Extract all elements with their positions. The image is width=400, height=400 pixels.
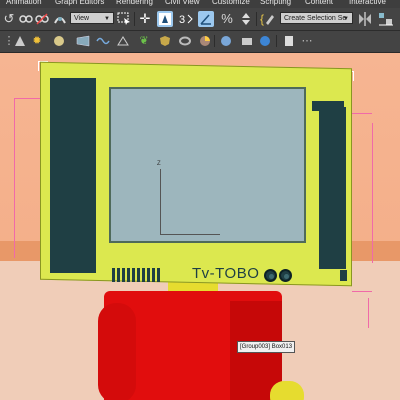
tv-vent [117,268,120,282]
object-tooltip: [Group003] Box013 [237,341,296,353]
tv-screen [109,87,306,243]
toolbar-separator [214,35,215,47]
grid-icon[interactable] [76,34,90,48]
tv-object[interactable]: Tv-TOBO [40,61,352,287]
gizmo-z-label: Z [157,161,161,167]
bounding-box-line [14,98,15,258]
menu-interactive[interactable]: Interactive [349,0,386,8]
material-icon[interactable] [219,34,233,48]
svg-text:3: 3 [179,14,185,26]
unlink-icon[interactable] [34,11,50,27]
select-object-icon[interactable] [157,11,173,27]
create-selection-set-dropdown[interactable]: Create Selection Se ▼ [280,12,353,24]
spinner-snap-icon[interactable] [238,11,254,27]
toolbar-separator [134,12,135,26]
torus-icon[interactable] [178,34,192,48]
menu-bar: Animation Graph Editors Rendering Civil … [0,0,400,8]
shield-icon[interactable] [158,34,172,48]
secondary-toolbar: ⋮ ✹ ❦ ⋯ [0,31,400,53]
figure-arm [98,303,136,400]
tv-brand-label: Tv-TOBO [192,265,260,282]
tv-vent [147,268,150,282]
tv-vent [122,268,125,282]
menu-customize[interactable]: Customize [212,0,250,8]
doc-icon[interactable] [282,34,296,48]
bounding-box-line [368,298,369,328]
dots-icon[interactable]: ⋯ [300,34,314,48]
render-icon[interactable] [198,34,212,48]
gizmo-x-axis [160,234,220,235]
chevron-down-icon: ▼ [104,16,110,22]
link-icon[interactable] [18,11,34,27]
figure-hand [270,381,304,400]
bounding-box-line [372,123,373,263]
selection-bracket [353,71,354,81]
camera-icon[interactable] [240,34,254,48]
wave-icon[interactable] [96,34,110,48]
mirror-icon[interactable] [357,11,373,27]
svg-text:{: { [260,12,264,26]
chevron-down-icon: ▼ [343,16,349,22]
view-dropdown-label: View [74,15,90,22]
menu-rendering[interactable]: Rendering [116,0,153,8]
helper-icon[interactable] [116,34,130,48]
percent-snap-icon[interactable]: % [219,11,235,27]
gizmo-z-axis [160,169,161,235]
bounding-box-line [352,291,372,292]
menu-scripting[interactable]: Scripting [260,0,291,8]
viewport-perspective[interactable]: Tv-TOBO Z [Group003] Box013 [0,53,400,400]
undo-icon[interactable]: ↺ [1,11,17,27]
tv-vent [142,268,145,282]
bone-icon[interactable] [258,34,272,48]
bind-space-warp-icon[interactable] [52,11,68,27]
tv-speaker-right [319,107,346,269]
tv-vent [152,268,155,282]
leaf-icon[interactable]: ❦ [137,34,151,48]
edit-named-selection-icon[interactable]: { [260,11,276,27]
bounding-box-line [352,113,372,114]
main-toolbar: ↺ View ▼ ✛ 3 % { Create Selection Se ▼ [0,8,400,31]
snap-3d-icon[interactable]: 3 [178,11,194,27]
cone-icon[interactable] [13,34,27,48]
selection-bracket [38,61,39,71]
menu-content[interactable]: Content [305,0,333,8]
tv-knob-left [264,269,277,282]
move-icon[interactable]: ✛ [137,11,153,27]
sun-icon[interactable]: ✹ [30,34,44,48]
menu-civil-view[interactable]: Civil View [165,0,200,8]
toolbar-separator [256,12,257,26]
tv-knob-right [279,269,292,282]
tv-vent [132,268,135,282]
select-region-icon[interactable] [116,11,132,27]
tv-indicator [340,270,347,281]
toolbar-separator [276,35,277,47]
menu-graph-editors[interactable]: Graph Editors [55,0,104,8]
view-dropdown[interactable]: View ▼ [70,12,114,24]
angle-snap-icon[interactable] [198,11,214,27]
tv-vent [127,268,130,282]
selection-set-label: Create Selection Se [284,15,347,22]
tv-vent [137,268,140,282]
sphere-icon[interactable] [52,34,66,48]
tv-speaker-left [50,78,96,273]
menu-animation[interactable]: Animation [6,0,42,8]
align-icon[interactable] [378,11,394,27]
tv-vent [112,268,115,282]
tv-vent [157,268,160,282]
